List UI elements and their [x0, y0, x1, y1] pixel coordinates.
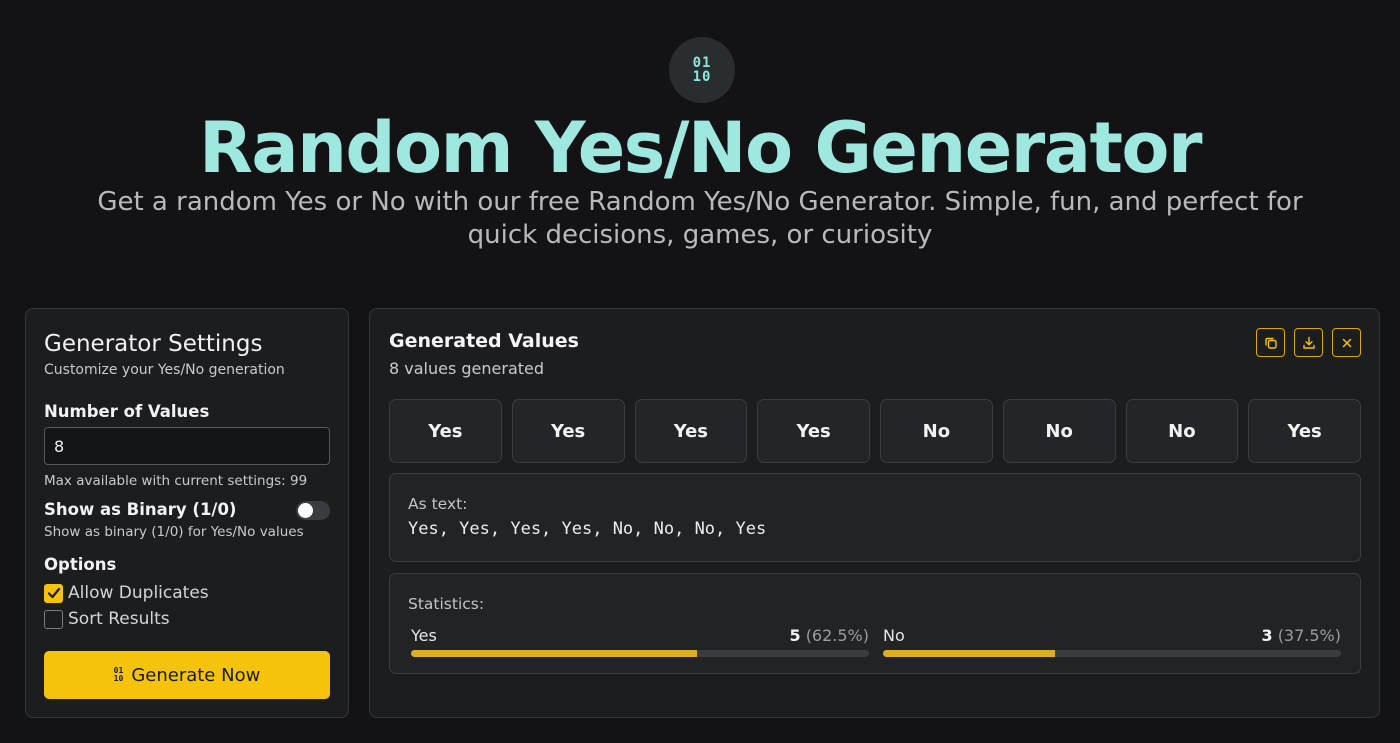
- stat-yes-bar-fill: [411, 650, 698, 657]
- download-icon: [1302, 336, 1315, 349]
- stat-no-count: 3: [1261, 626, 1273, 645]
- allow-duplicates-checkbox[interactable]: [44, 583, 63, 603]
- generate-now-label: Generate Now: [131, 664, 261, 686]
- value-cell: Yes: [634, 399, 748, 463]
- copy-icon: [1264, 337, 1277, 349]
- settings-title: Generator Settings: [44, 331, 263, 357]
- sort-results-option[interactable]: Sort Results: [44, 609, 170, 629]
- settings-subtitle: Customize your Yes/No generation: [44, 362, 285, 378]
- stat-no-label: No: [883, 626, 905, 645]
- number-of-values-label: Number of Values: [44, 402, 210, 421]
- stat-no-bar: [883, 650, 1341, 657]
- binary-toggle[interactable]: [296, 501, 330, 520]
- generator-settings-panel: Generator Settings Customize your Yes/No…: [25, 308, 349, 718]
- logo-binary-icon: 01 10: [669, 37, 735, 103]
- stat-no: No 3 (37.5%): [883, 626, 1341, 657]
- page-title: Random Yes/No Generator: [198, 107, 1203, 189]
- binary-hint: Show as binary (1/0) for Yes/No values: [44, 524, 304, 540]
- statistics-label: Statistics:: [408, 595, 485, 613]
- results-count: 8 values generated: [389, 359, 545, 378]
- close-icon: [1342, 338, 1351, 347]
- number-hint: Max available with current settings: 99: [44, 473, 308, 489]
- value-cell: Yes: [389, 399, 502, 463]
- number-of-values-input[interactable]: [44, 427, 330, 465]
- value-cell: Yes: [1248, 399, 1361, 463]
- allow-duplicates-option[interactable]: Allow Duplicates: [44, 583, 209, 603]
- logo-line-1: 01: [692, 55, 712, 71]
- binary-icon: 01 10: [113, 666, 124, 683]
- stat-no-bar-fill: [883, 650, 1055, 657]
- allow-duplicates-label: Allow Duplicates: [68, 583, 209, 603]
- sort-results-label: Sort Results: [68, 609, 170, 629]
- statistics-box: Statistics: Yes 5 (62.5%) No 3 (37.5%): [389, 573, 1361, 674]
- value-cell: Yes: [757, 399, 870, 463]
- value-cell: No: [1125, 399, 1239, 463]
- page-subtitle: Get a random Yes or No with our free Ran…: [97, 187, 1303, 250]
- copy-button[interactable]: [1256, 328, 1285, 357]
- value-cell: No: [1002, 399, 1116, 463]
- clear-button[interactable]: [1332, 328, 1361, 357]
- stat-yes: Yes 5 (62.5%): [411, 626, 869, 657]
- as-text-value: Yes, Yes, Yes, Yes, No, No, No, Yes: [408, 519, 767, 539]
- sort-results-checkbox[interactable]: [44, 609, 63, 629]
- check-icon: [47, 587, 60, 599]
- logo-line-2: 10: [692, 69, 712, 85]
- as-text-box: As text: Yes, Yes, Yes, Yes, No, No, No,…: [389, 473, 1361, 562]
- value-cell: No: [880, 399, 993, 463]
- stat-yes-percent: (62.5%): [805, 626, 869, 645]
- stat-yes-bar: [411, 650, 869, 657]
- generate-now-button[interactable]: 01 10 Generate Now: [44, 651, 330, 699]
- value-cell: Yes: [511, 399, 625, 463]
- stat-no-percent: (37.5%): [1277, 626, 1341, 645]
- generated-values-row: Yes Yes Yes Yes No No No Yes: [389, 399, 1361, 463]
- as-text-label: As text:: [408, 495, 468, 513]
- generated-values-panel: Generated Values 8 values generated Yes …: [369, 308, 1380, 718]
- download-button[interactable]: [1294, 328, 1323, 357]
- results-title: Generated Values: [389, 330, 579, 352]
- toggle-knob: [298, 503, 313, 518]
- binary-toggle-label: Show as Binary (1/0): [44, 500, 237, 519]
- options-label: Options: [44, 555, 117, 574]
- stat-yes-count: 5: [789, 626, 801, 645]
- stat-yes-label: Yes: [411, 626, 437, 645]
